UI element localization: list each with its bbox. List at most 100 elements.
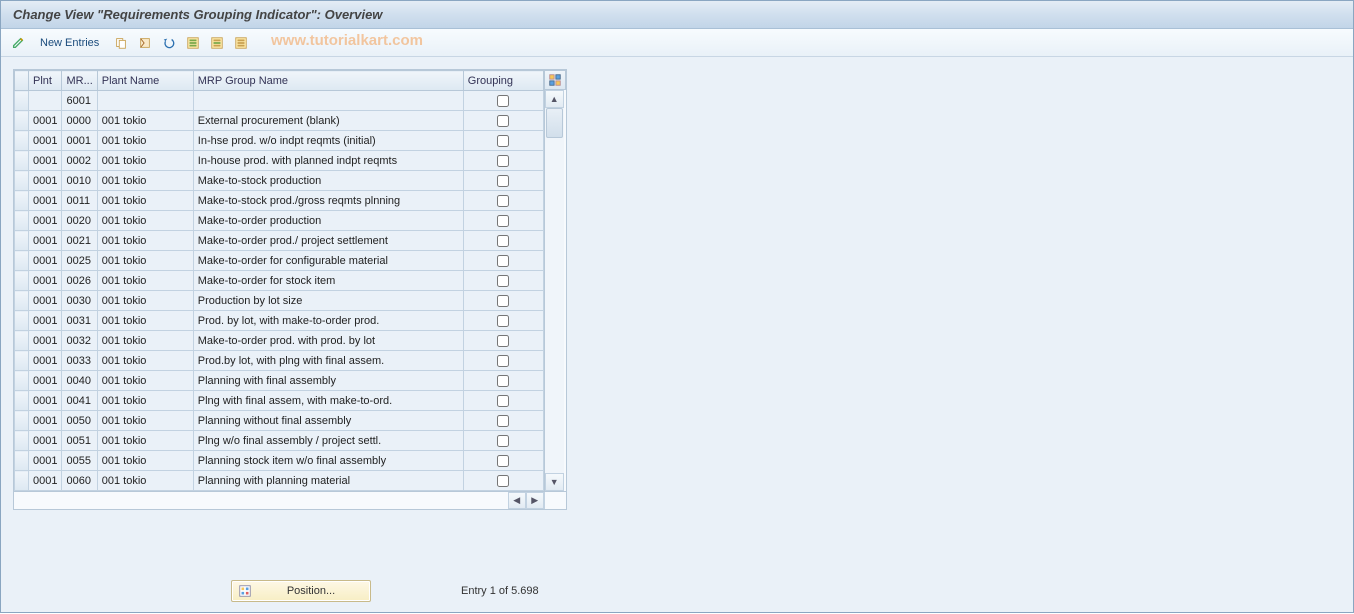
cell-grouping[interactable] <box>463 431 543 451</box>
cell-mrp-group-name[interactable]: External procurement (blank) <box>193 111 463 131</box>
scroll-down-icon[interactable]: ▼ <box>545 473 564 491</box>
grouping-checkbox[interactable] <box>497 315 509 327</box>
delete-icon[interactable] <box>134 33 156 53</box>
cell-plant-name[interactable]: 001 tokio <box>97 111 193 131</box>
row-selector[interactable] <box>15 131 29 151</box>
row-selector[interactable] <box>15 271 29 291</box>
scroll-left-icon[interactable]: ◀ <box>508 492 526 509</box>
cell-mrp-group-name[interactable]: Prod. by lot, with make-to-order prod. <box>193 311 463 331</box>
cell-plnt[interactable]: 0001 <box>29 251 62 271</box>
cell-mr[interactable]: 0026 <box>62 271 97 291</box>
row-selector[interactable] <box>15 171 29 191</box>
cell-grouping[interactable] <box>463 311 543 331</box>
row-selector[interactable] <box>15 111 29 131</box>
select-all-icon[interactable] <box>182 33 204 53</box>
cell-plnt[interactable]: 0001 <box>29 311 62 331</box>
cell-mr[interactable]: 0030 <box>62 291 97 311</box>
cell-plant-name[interactable]: 001 tokio <box>97 271 193 291</box>
grouping-checkbox[interactable] <box>497 235 509 247</box>
cell-plnt[interactable]: 0001 <box>29 431 62 451</box>
deselect-all-icon[interactable] <box>230 33 252 53</box>
scroll-right-icon[interactable]: ▶ <box>526 492 544 509</box>
table-row[interactable]: 00010060001 tokioPlanning with planning … <box>15 471 544 491</box>
table-row[interactable]: 00010001001 tokioIn-hse prod. w/o indpt … <box>15 131 544 151</box>
table-row[interactable]: 00010031001 tokioProd. by lot, with make… <box>15 311 544 331</box>
grouping-checkbox[interactable] <box>497 295 509 307</box>
cell-grouping[interactable] <box>463 131 543 151</box>
table-row[interactable]: 00010040001 tokioPlanning with final ass… <box>15 371 544 391</box>
row-selector[interactable] <box>15 431 29 451</box>
row-selector[interactable] <box>15 351 29 371</box>
cell-plant-name[interactable]: 001 tokio <box>97 371 193 391</box>
cell-mr[interactable]: 6001 <box>62 91 97 111</box>
cell-grouping[interactable] <box>463 391 543 411</box>
grouping-checkbox[interactable] <box>497 415 509 427</box>
cell-plnt[interactable]: 0001 <box>29 191 62 211</box>
cell-grouping[interactable] <box>463 471 543 491</box>
cell-plant-name[interactable]: 001 tokio <box>97 431 193 451</box>
cell-grouping[interactable] <box>463 91 543 111</box>
row-selector[interactable] <box>15 451 29 471</box>
cell-mr[interactable]: 0001 <box>62 131 97 151</box>
cell-plant-name[interactable]: 001 tokio <box>97 451 193 471</box>
table-row[interactable]: 00010055001 tokioPlanning stock item w/o… <box>15 451 544 471</box>
grouping-checkbox[interactable] <box>497 355 509 367</box>
table-row[interactable]: 00010051001 tokioPlng w/o final assembly… <box>15 431 544 451</box>
cell-plnt[interactable]: 0001 <box>29 211 62 231</box>
row-selector[interactable] <box>15 331 29 351</box>
cell-grouping[interactable] <box>463 351 543 371</box>
vertical-scrollbar[interactable]: ▲ ▼ <box>544 90 564 491</box>
cell-mrp-group-name[interactable]: Planning stock item w/o final assembly <box>193 451 463 471</box>
cell-mr[interactable]: 0000 <box>62 111 97 131</box>
cell-plnt[interactable]: 0001 <box>29 231 62 251</box>
table-row[interactable]: 00010011001 tokioMake-to-stock prod./gro… <box>15 191 544 211</box>
cell-plnt[interactable]: 0001 <box>29 391 62 411</box>
cell-mr[interactable]: 0011 <box>62 191 97 211</box>
cell-mr[interactable]: 0002 <box>62 151 97 171</box>
cell-grouping[interactable] <box>463 371 543 391</box>
col-mrp-group-name[interactable]: MRP Group Name <box>193 71 463 91</box>
cell-grouping[interactable] <box>463 151 543 171</box>
cell-plnt[interactable]: 0001 <box>29 111 62 131</box>
grouping-checkbox[interactable] <box>497 475 509 487</box>
cell-plnt[interactable]: 0001 <box>29 151 62 171</box>
cell-mr[interactable]: 0033 <box>62 351 97 371</box>
cell-grouping[interactable] <box>463 251 543 271</box>
grouping-checkbox[interactable] <box>497 275 509 287</box>
cell-mrp-group-name[interactable]: Planning without final assembly <box>193 411 463 431</box>
grouping-checkbox[interactable] <box>497 255 509 267</box>
grouping-checkbox[interactable] <box>497 455 509 467</box>
cell-plant-name[interactable]: 001 tokio <box>97 211 193 231</box>
cell-grouping[interactable] <box>463 331 543 351</box>
col-plant-name[interactable]: Plant Name <box>97 71 193 91</box>
cell-plant-name[interactable]: 001 tokio <box>97 151 193 171</box>
grouping-checkbox[interactable] <box>497 215 509 227</box>
cell-mr[interactable]: 0050 <box>62 411 97 431</box>
table-row[interactable]: 00010002001 tokioIn-house prod. with pla… <box>15 151 544 171</box>
cell-plnt[interactable]: 0001 <box>29 371 62 391</box>
grouping-checkbox[interactable] <box>497 135 509 147</box>
cell-plant-name[interactable]: 001 tokio <box>97 391 193 411</box>
table-row[interactable]: 00010050001 tokioPlanning without final … <box>15 411 544 431</box>
cell-mr[interactable]: 0032 <box>62 331 97 351</box>
row-selector[interactable] <box>15 471 29 491</box>
table-row[interactable]: 00010030001 tokioProduction by lot size <box>15 291 544 311</box>
row-selector[interactable] <box>15 391 29 411</box>
cell-plant-name[interactable]: 001 tokio <box>97 231 193 251</box>
position-button[interactable]: Position... <box>231 580 371 602</box>
col-grouping[interactable]: Grouping <box>463 71 543 91</box>
cell-grouping[interactable] <box>463 231 543 251</box>
cell-plnt[interactable] <box>29 91 62 111</box>
table-row[interactable]: 00010021001 tokioMake-to-order prod./ pr… <box>15 231 544 251</box>
cell-mrp-group-name[interactable] <box>193 91 463 111</box>
row-selector[interactable] <box>15 211 29 231</box>
row-selector[interactable] <box>15 371 29 391</box>
cell-mr[interactable]: 0025 <box>62 251 97 271</box>
cell-mr[interactable]: 0040 <box>62 371 97 391</box>
cell-mr[interactable]: 0051 <box>62 431 97 451</box>
table-settings-icon[interactable] <box>544 70 566 90</box>
cell-grouping[interactable] <box>463 291 543 311</box>
cell-plant-name[interactable] <box>97 91 193 111</box>
cell-mr[interactable]: 0021 <box>62 231 97 251</box>
grouping-checkbox[interactable] <box>497 175 509 187</box>
